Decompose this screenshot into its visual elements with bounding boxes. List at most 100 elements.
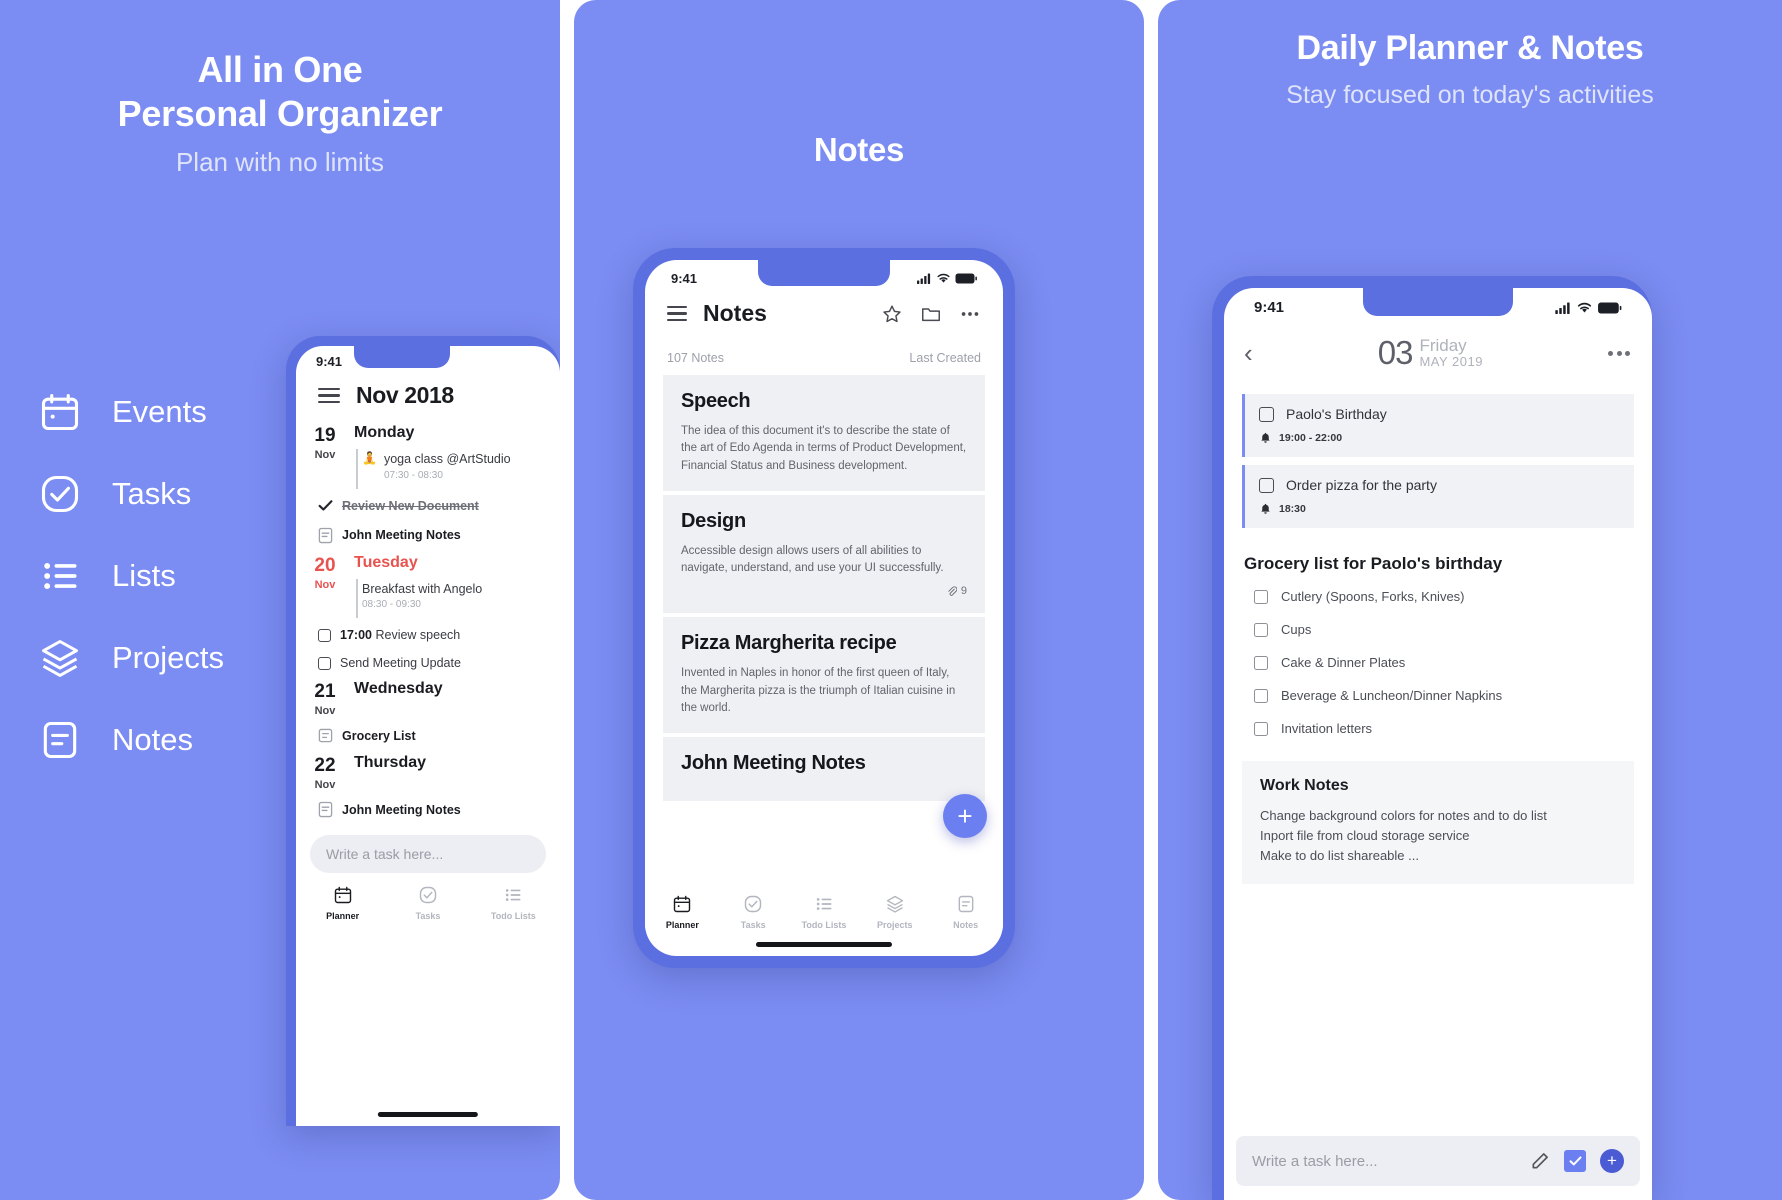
calendar-icon xyxy=(41,393,79,431)
pencil-icon[interactable] xyxy=(1530,1151,1550,1171)
task-row[interactable]: Grocery List xyxy=(296,720,560,751)
task-row[interactable]: Review New Document xyxy=(296,492,560,520)
list-item-label: Cups xyxy=(1281,622,1312,637)
day-date: 19 Nov xyxy=(296,424,354,489)
list-item-label: Invitation letters xyxy=(1281,721,1373,736)
tab-bar: Planner Tasks Todo Lists xyxy=(296,873,560,928)
panel-notes: Notes 9:41 Notes 107 Notes Last Created … xyxy=(574,0,1144,1200)
check-circle-icon xyxy=(41,475,79,513)
tab-tasks[interactable]: Tasks xyxy=(385,885,470,921)
list-item[interactable]: Invitation letters xyxy=(1224,712,1652,745)
panel-daily-planner: Daily Planner & Notes Stay focused on to… xyxy=(1158,0,1782,1200)
feature-label: Notes xyxy=(112,722,193,757)
note-title: John Meeting Notes xyxy=(681,752,866,774)
task-input[interactable]: Write a task here... xyxy=(1252,1153,1516,1170)
note-card[interactable]: Pizza Margherita recipe Invented in Napl… xyxy=(663,617,985,733)
task-input[interactable]: Write a task here... xyxy=(310,835,546,874)
event-row[interactable]: 🧘 yoga class @ArtStudio 07:30 - 08:30 xyxy=(356,449,554,489)
tab-notes[interactable]: Notes xyxy=(930,894,1001,930)
tab-tasks[interactable]: Tasks xyxy=(718,894,789,930)
tab-projects[interactable]: Projects xyxy=(859,894,930,930)
list-item[interactable]: Beverage & Luncheon/Dinner Napkins xyxy=(1224,679,1652,712)
notch xyxy=(758,260,890,286)
note-card[interactable]: John Meeting Notes xyxy=(663,737,985,801)
feature-list: Events Tasks Lists Projects Notes xyxy=(38,390,224,762)
day-date: 21 Nov xyxy=(296,680,354,717)
day-date: 20 Nov xyxy=(296,554,354,619)
event-title: yoga class @ArtStudio xyxy=(383,452,511,466)
day-month: Nov xyxy=(314,779,336,792)
folder-icon[interactable] xyxy=(919,303,943,325)
list-item-checkbox[interactable] xyxy=(1254,622,1268,637)
note-card[interactable]: Speech The idea of this document it's to… xyxy=(663,375,985,491)
day-month: Nov xyxy=(314,705,336,718)
back-icon[interactable]: ‹ xyxy=(1244,340,1253,366)
day-number: 22 xyxy=(314,755,336,777)
tab-planner[interactable]: Planner xyxy=(300,885,385,921)
more-icon[interactable] xyxy=(1608,350,1630,356)
feature-label: Events xyxy=(112,394,207,429)
list-item-checkbox[interactable] xyxy=(1254,589,1268,604)
phone2-screen: 9:41 Notes 107 Notes Last Created Speech… xyxy=(645,260,1003,956)
feature-label: Projects xyxy=(112,640,224,675)
task-row[interactable]: John Meeting Notes xyxy=(296,794,560,825)
note-body: Change background colors for notes and t… xyxy=(1260,806,1616,866)
feature-item-notes: Notes xyxy=(38,718,224,762)
feature-label: Tasks xyxy=(112,476,192,511)
tab-todo-lists[interactable]: Todo Lists xyxy=(789,894,860,930)
menu-icon[interactable] xyxy=(318,387,340,404)
notch xyxy=(1363,288,1513,316)
calendar-icon xyxy=(674,895,691,913)
paperclip-icon xyxy=(948,586,957,596)
list-item-checkbox[interactable] xyxy=(1254,721,1268,736)
task-row[interactable]: John Meeting Notes xyxy=(296,520,560,551)
list-item[interactable]: Cutlery (Spoons, Forks, Knives) xyxy=(1224,580,1652,613)
tab-label: Todo Lists xyxy=(490,911,536,922)
tab-todo-lists[interactable]: Todo Lists xyxy=(471,885,556,921)
tab-label: Notes xyxy=(953,920,979,930)
notch xyxy=(353,346,450,368)
list-item[interactable]: Cups xyxy=(1224,613,1652,646)
task-checkbox[interactable] xyxy=(318,656,331,670)
list-item-checkbox[interactable] xyxy=(1254,688,1268,703)
tab-planner[interactable]: Planner xyxy=(647,894,718,930)
note-card[interactable]: Work Notes Change background colors for … xyxy=(1242,761,1634,885)
event-title: Breakfast with Angelo xyxy=(362,581,483,596)
task-card[interactable]: Paolo's Birthday 19:00 - 22:00 xyxy=(1242,394,1634,457)
task-row[interactable]: 17:00 Review speech xyxy=(296,621,560,649)
panel2-headline: Notes xyxy=(813,131,905,168)
note-line: Inport file from cloud storage service xyxy=(1260,828,1470,844)
task-name: Order pizza for the party xyxy=(1286,477,1437,493)
calendar-icon xyxy=(334,887,351,904)
list-item-checkbox[interactable] xyxy=(1254,655,1268,670)
task-name: Paolo's Birthday xyxy=(1286,406,1387,422)
add-button[interactable]: + xyxy=(1600,1149,1624,1173)
add-note-fab[interactable]: + xyxy=(943,794,987,838)
feature-item-projects: Projects xyxy=(38,636,224,680)
list-item-label: Cake & Dinner Plates xyxy=(1281,655,1406,670)
task-card[interactable]: Order pizza for the party 18:30 xyxy=(1242,465,1634,528)
menu-icon[interactable] xyxy=(667,305,687,322)
grocery-list-title: Grocery list for Paolo's birthday xyxy=(1244,554,1503,573)
task-checkbox[interactable] xyxy=(1259,406,1274,422)
day-month: Nov xyxy=(314,449,336,461)
checkbox-button[interactable] xyxy=(1564,1150,1586,1172)
phone-mockup-planner: 9:41 Nov 2018 19 Nov Monday 🧘 yoga class… xyxy=(286,336,560,1126)
note-icon xyxy=(43,721,77,759)
tab-label: Projects xyxy=(877,920,913,930)
task-checkbox[interactable] xyxy=(318,628,331,642)
more-icon[interactable] xyxy=(959,303,981,325)
task-card-header: Paolo's Birthday xyxy=(1259,406,1618,422)
date-monthyear: MAY 2019 xyxy=(1419,354,1483,370)
task-checkbox[interactable] xyxy=(1259,477,1274,493)
note-card[interactable]: Design Accessible design allows users of… xyxy=(663,494,985,614)
task-row[interactable]: Send Meeting Update xyxy=(296,649,560,677)
notes-sort[interactable]: Last Created xyxy=(909,351,981,365)
list-item[interactable]: Cake & Dinner Plates xyxy=(1224,646,1652,679)
check-icon xyxy=(1569,1156,1581,1166)
note-attachment-count: 9 xyxy=(681,585,967,597)
event-row[interactable]: Breakfast with Angelo 08:30 - 09:30 xyxy=(356,578,554,619)
feature-item-lists: Lists xyxy=(38,554,224,598)
tab-label: Planner xyxy=(665,920,699,930)
star-icon[interactable] xyxy=(881,303,903,325)
